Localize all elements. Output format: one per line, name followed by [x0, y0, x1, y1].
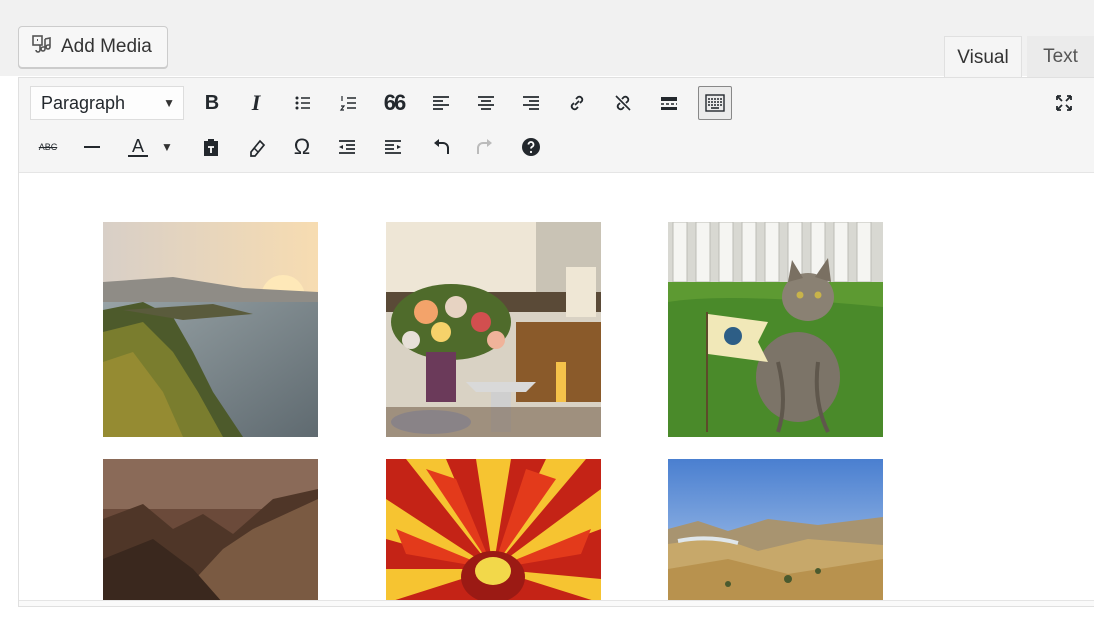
- increase-indent-button[interactable]: [376, 130, 410, 164]
- paste-as-text-button[interactable]: [194, 130, 228, 164]
- gallery-image-coast[interactable]: [103, 222, 318, 437]
- gallery-image-red-flower[interactable]: [386, 459, 601, 602]
- undo-icon: [434, 139, 449, 154]
- bold-button[interactable]: B: [195, 86, 229, 120]
- paragraph-format-select[interactable]: Paragraph ▼: [30, 86, 184, 120]
- toolbar-row-1: Paragraph ▼ B I 66: [19, 82, 1094, 124]
- gallery-image-hills[interactable]: [668, 459, 883, 602]
- align-left-icon: [433, 96, 449, 110]
- chevron-down-icon: ▼: [161, 140, 173, 154]
- keyboard-icon: [705, 94, 725, 112]
- horizontal-line-icon: [84, 146, 100, 148]
- text-color-icon: A: [127, 137, 148, 157]
- strikethrough-icon: ABC: [38, 142, 58, 152]
- unlink-icon: [615, 95, 631, 111]
- align-center-button[interactable]: [469, 86, 503, 120]
- add-media-icon: [31, 33, 53, 61]
- bulleted-list-button[interactable]: [286, 86, 320, 120]
- toolbar-toggle-button[interactable]: [698, 86, 732, 120]
- special-character-button[interactable]: Ω: [285, 130, 319, 164]
- text-color-button[interactable]: A: [121, 130, 155, 164]
- gallery-image-mountains[interactable]: [103, 459, 318, 602]
- keyboard-shortcuts-button[interactable]: [514, 130, 548, 164]
- blockquote-button[interactable]: 66: [377, 86, 411, 120]
- align-left-button[interactable]: [424, 86, 458, 120]
- clipboard-icon: [204, 139, 218, 156]
- link-icon: [570, 95, 584, 111]
- redo-button[interactable]: [468, 130, 502, 164]
- tab-text[interactable]: Text: [1027, 36, 1094, 78]
- fullscreen-icon: [1056, 95, 1072, 111]
- editor-status-bar: [19, 600, 1094, 606]
- insert-link-button[interactable]: [560, 86, 594, 120]
- read-more-icon: [661, 97, 677, 110]
- format-select-value: Paragraph: [41, 92, 126, 113]
- editor-top-bar: Add Media Visual Text: [0, 0, 1094, 78]
- editor-toolbar: Paragraph ▼ B I 66 ABC A ▼ Ω: [19, 78, 1094, 173]
- bold-icon: B: [204, 91, 220, 114]
- blockquote-icon: 66: [383, 90, 407, 115]
- add-media-button[interactable]: Add Media: [18, 26, 168, 68]
- toolbar-row-2: ABC A ▼ Ω: [19, 126, 1094, 168]
- outdent-icon: [339, 140, 355, 154]
- italic-icon: I: [251, 90, 261, 115]
- editor-content[interactable]: [19, 174, 1094, 602]
- italic-button[interactable]: I: [239, 86, 273, 120]
- editor-frame: Paragraph ▼ B I 66 ABC A ▼ Ω: [18, 77, 1094, 607]
- undo-button[interactable]: [424, 130, 458, 164]
- align-right-icon: [523, 96, 539, 110]
- read-more-button[interactable]: [652, 86, 686, 120]
- align-right-button[interactable]: [514, 86, 548, 120]
- horizontal-line-button[interactable]: [75, 130, 109, 164]
- fullscreen-button[interactable]: [1047, 86, 1081, 120]
- clear-formatting-button[interactable]: [239, 130, 273, 164]
- gallery-image-flowers[interactable]: [386, 222, 601, 437]
- tab-visual[interactable]: Visual: [944, 36, 1022, 78]
- redo-icon: [477, 139, 492, 154]
- omega-icon: Ω: [293, 134, 311, 159]
- strikethrough-button[interactable]: ABC: [31, 130, 65, 164]
- decrease-indent-button[interactable]: [330, 130, 364, 164]
- align-center-icon: [478, 96, 494, 110]
- chevron-down-icon: ▼: [163, 96, 175, 110]
- numbered-list-button[interactable]: [332, 86, 366, 120]
- bulleted-list-icon: [295, 96, 310, 110]
- text-color-dropdown[interactable]: ▼: [156, 130, 178, 164]
- gallery-image-cat[interactable]: [668, 222, 883, 437]
- help-icon: [522, 138, 540, 156]
- add-media-label: Add Media: [61, 36, 152, 57]
- numbered-list-icon: [339, 96, 356, 111]
- indent-icon: [385, 140, 401, 154]
- eraser-icon: [250, 139, 266, 157]
- remove-link-button[interactable]: [606, 86, 640, 120]
